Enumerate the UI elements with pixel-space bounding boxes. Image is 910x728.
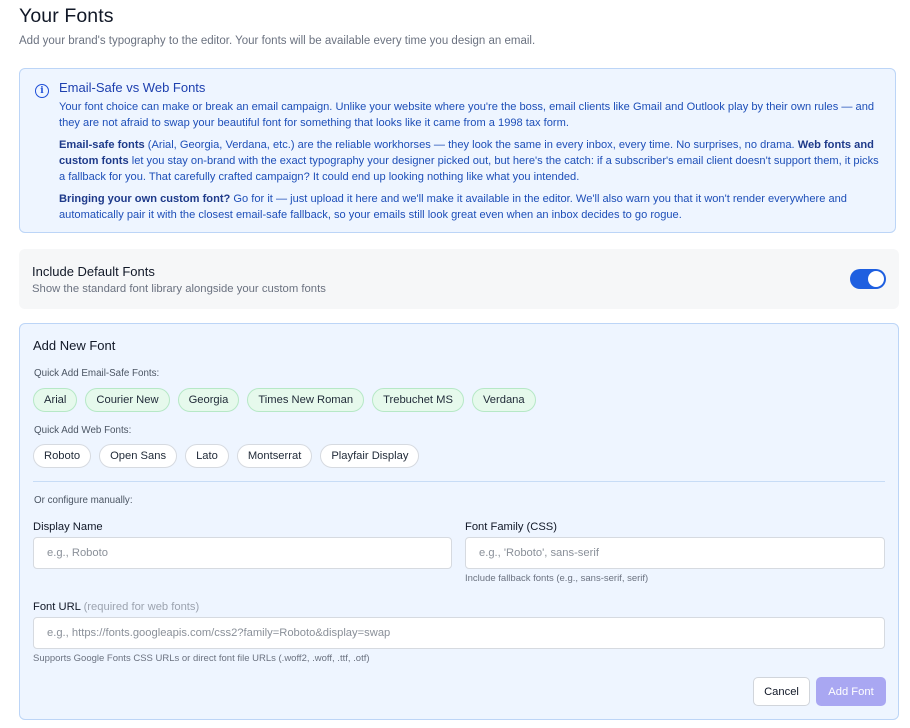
default-fonts-description: Show the standard font library alongside… <box>32 283 326 295</box>
display-name-input[interactable] <box>33 537 452 569</box>
email-safe-font-chip[interactable]: Times New Roman <box>247 388 365 412</box>
email-safe-font-chip[interactable]: Verdana <box>471 388 536 412</box>
font-url-input[interactable] <box>33 617 885 649</box>
info-icon: i <box>35 84 49 98</box>
email-safe-font-chip[interactable]: Georgia <box>177 388 240 412</box>
web-font-chip[interactable]: Montserrat <box>236 444 313 468</box>
info-text: (Arial, Georgia, Verdana, etc.) are the … <box>144 139 798 151</box>
add-font-title: Add New Font <box>33 338 116 353</box>
font-url-label-text: Font URL <box>33 601 81 613</box>
default-fonts-toggle[interactable] <box>850 269 886 289</box>
font-url-label-note: (required for web fonts) <box>83 601 200 613</box>
email-safe-font-chip[interactable]: Courier New <box>85 388 170 412</box>
add-font-panel: Add New Font Quick Add Email-Safe Fonts:… <box>19 323 899 720</box>
info-callout: i Email-Safe vs Web Fonts Your font choi… <box>19 68 896 233</box>
add-font-button[interactable]: Add Font <box>816 677 886 706</box>
display-name-label: Display Name <box>33 521 103 533</box>
page-title: Your Fonts <box>19 5 114 27</box>
email-safe-label: Quick Add Email-Safe Fonts: <box>34 368 160 379</box>
font-family-hint: Include fallback fonts (e.g., sans-serif… <box>465 573 649 584</box>
web-font-chips: Roboto Open Sans Lato Montserrat Playfai… <box>33 444 420 468</box>
email-safe-font-chip[interactable]: Arial <box>33 388 78 412</box>
font-url-hint: Supports Google Fonts CSS URLs or direct… <box>33 653 370 664</box>
toggle-knob <box>868 271 884 287</box>
info-paragraph: Bringing your own custom font? Go for it… <box>59 191 879 223</box>
web-font-chip[interactable]: Lato <box>185 444 229 468</box>
web-fonts-label: Quick Add Web Fonts: <box>34 425 132 436</box>
web-font-chip[interactable]: Open Sans <box>99 444 178 468</box>
web-font-chip[interactable]: Playfair Display <box>320 444 420 468</box>
page-subtitle: Add your brand's typography to the edito… <box>19 35 536 47</box>
font-family-label: Font Family (CSS) <box>465 521 557 533</box>
info-text: let you stay on-brand with the exact typ… <box>59 155 879 183</box>
font-family-input[interactable] <box>465 537 885 569</box>
email-safe-font-chip[interactable]: Trebuchet MS <box>372 388 464 412</box>
cancel-button[interactable]: Cancel <box>753 677 810 706</box>
email-safe-chips: Arial Courier New Georgia Times New Roma… <box>33 388 536 412</box>
info-title: Email-Safe vs Web Fonts <box>59 80 206 95</box>
manual-config-label: Or configure manually: <box>34 495 133 506</box>
default-fonts-title: Include Default Fonts <box>32 264 155 279</box>
divider <box>33 481 885 482</box>
default-fonts-setting: Include Default Fonts Show the standard … <box>19 249 899 309</box>
fonts-settings-page: Your Fonts Add your brand's typography t… <box>0 0 910 728</box>
info-bold-text: Bringing your own custom font? <box>59 193 231 205</box>
web-font-chip[interactable]: Roboto <box>33 444 92 468</box>
info-bold-text: Email-safe fonts <box>59 139 145 151</box>
info-paragraph: Email-safe fonts (Arial, Georgia, Verdan… <box>59 137 879 185</box>
info-paragraph: Your font choice can make or break an em… <box>59 101 875 129</box>
font-url-label: Font URL (required for web fonts) <box>33 601 199 613</box>
